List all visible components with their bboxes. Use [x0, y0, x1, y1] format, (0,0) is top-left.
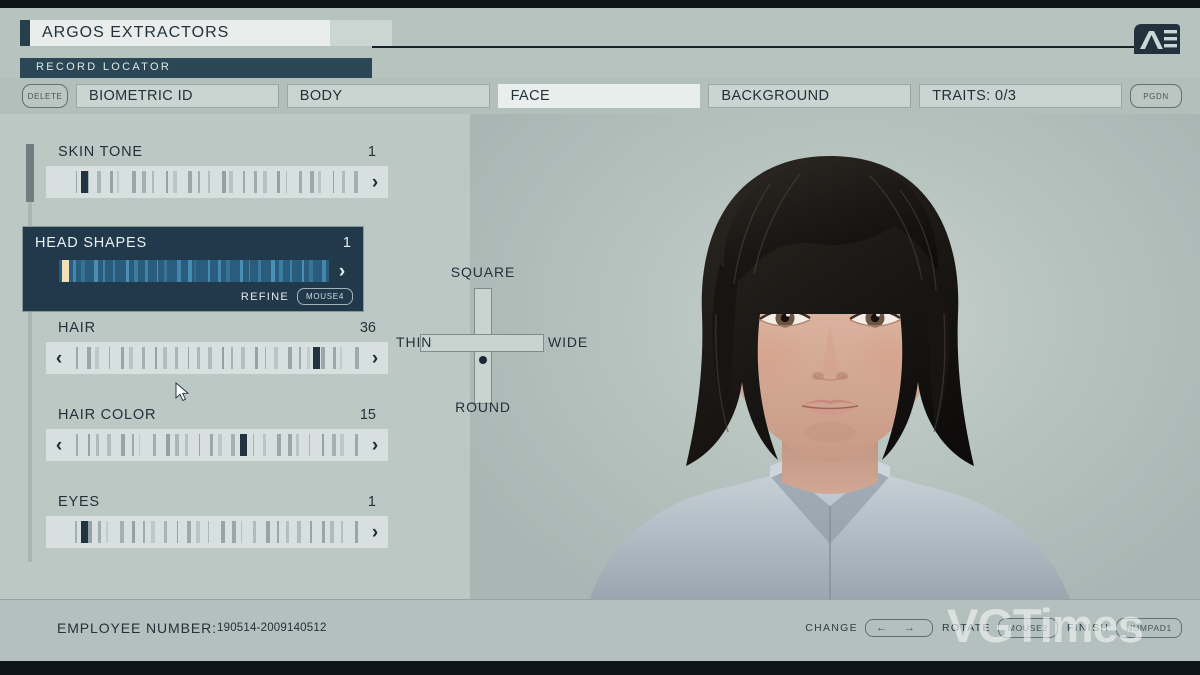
tab-bar: DELETE BIOMETRIC ID BODY FACE BACKGROUND… — [0, 78, 1200, 114]
slider-label: HAIR — [58, 320, 96, 336]
slider-label: EYES — [58, 494, 100, 510]
mouse2-key-hint[interactable]: MOUSE2 — [997, 618, 1058, 638]
slider-next-arrow[interactable]: › — [329, 262, 355, 281]
hint-label: FINISH — [1066, 622, 1110, 634]
slider-track[interactable]: ‹ › — [46, 342, 388, 374]
sidebar-scrollbar-track[interactable] — [28, 144, 32, 562]
slider-prev-arrow[interactable]: ‹ — [46, 349, 72, 368]
hint-label: CHANGE — [805, 622, 858, 634]
subtitle-bar: RECORD LOCATOR — [20, 58, 372, 78]
title-fill-secondary — [330, 20, 392, 46]
slider-next-arrow[interactable]: › — [362, 523, 388, 542]
subtitle-label: RECORD LOCATOR — [36, 61, 172, 73]
crosshair-label-bottom: ROUND — [455, 399, 511, 415]
hint-change[interactable]: CHANGE ← → — [805, 619, 933, 637]
letterbox-bottom — [0, 661, 1200, 675]
crosshair-label-top: SQUARE — [450, 264, 516, 280]
control-hints: CHANGE ← → ROTATE MOUSE2 FINISH NUMPAD1 — [805, 618, 1182, 638]
crosshair-marker-dot[interactable] — [479, 356, 487, 364]
slider-ticks — [59, 260, 329, 282]
slider-value: 15 — [359, 407, 376, 423]
slider-track[interactable]: › — [46, 166, 388, 198]
slider-value: 36 — [359, 320, 376, 336]
delete-key-hint[interactable]: DELETE — [22, 84, 68, 108]
title-marker — [20, 20, 30, 46]
slider-ticks — [72, 521, 362, 543]
tab-list: DELETE BIOMETRIC ID BODY FACE BACKGROUND… — [22, 84, 1182, 108]
hint-rotate[interactable]: ROTATE MOUSE2 — [942, 618, 1058, 638]
slider-ticks — [72, 347, 362, 369]
face-options-sidebar: SKIN TONE 1 › HEAD SHAPES 1 › REFINE MOU… — [22, 140, 402, 580]
crosshair-label-right: WIDE — [548, 334, 589, 350]
sidebar-scrollbar-thumb[interactable] — [26, 144, 34, 202]
footer-bar: EMPLOYEE NUMBER: 190514-2009140512 CHANG… — [0, 599, 1200, 661]
slider-label: SKIN TONE — [58, 144, 143, 160]
employee-number-value: 190514-2009140512 — [217, 622, 327, 634]
slider-next-arrow[interactable]: › — [362, 436, 388, 455]
slider-head-shapes[interactable]: HEAD SHAPES 1 › REFINE MOUSE4 — [22, 226, 364, 312]
letterbox-top — [0, 0, 1200, 8]
slider-next-arrow[interactable]: › — [362, 173, 388, 192]
finish-key-hint[interactable]: NUMPAD1 — [1116, 618, 1182, 638]
slider-value: 1 — [342, 235, 351, 251]
app-header: ARGOS EXTRACTORS RECORD LOCATOR — [0, 8, 1200, 78]
refine-label: REFINE — [240, 290, 289, 303]
slider-value: 1 — [367, 494, 376, 510]
refine-key-hint[interactable]: MOUSE4 — [297, 288, 353, 305]
pgdn-key-hint[interactable]: PGDN — [1129, 84, 1182, 108]
main-content: SKIN TONE 1 › HEAD SHAPES 1 › REFINE MOU… — [0, 114, 1200, 599]
argos-ae-monogram-icon — [1130, 22, 1182, 56]
slider-track[interactable]: ‹ › — [46, 429, 388, 461]
slider-prev-arrow[interactable]: ‹ — [46, 436, 72, 455]
employee-number-label: EMPLOYEE NUMBER: — [57, 620, 217, 636]
tab-biometric-id[interactable]: BIOMETRIC ID — [76, 84, 279, 108]
slider-track[interactable]: › — [46, 516, 388, 548]
slider-value: 1 — [367, 144, 376, 160]
arrow-keys-icon[interactable]: ← → — [864, 619, 933, 637]
slider-label: HAIR COLOR — [58, 407, 157, 423]
slider-ticks — [72, 171, 362, 193]
refine-row[interactable]: REFINE MOUSE4 — [241, 288, 353, 305]
hint-finish[interactable]: FINISH NUMPAD1 — [1067, 618, 1182, 638]
slider-next-arrow[interactable]: › — [362, 349, 388, 368]
tab-face[interactable]: FACE — [497, 84, 701, 108]
slider-track[interactable]: › — [33, 257, 355, 285]
slider-label: HEAD SHAPES — [35, 235, 147, 251]
slider-ticks — [72, 434, 362, 456]
crosshair-label-left: THIN — [396, 334, 433, 350]
title-row: ARGOS EXTRACTORS — [20, 20, 1180, 46]
header-divider — [372, 46, 1142, 48]
page-title: ARGOS EXTRACTORS — [42, 24, 230, 41]
tab-body[interactable]: BODY — [286, 84, 490, 108]
tab-background[interactable]: BACKGROUND — [708, 84, 912, 108]
tab-traits[interactable]: TRAITS: 0/3 — [919, 84, 1122, 108]
hint-label: ROTATE — [942, 622, 991, 634]
crosshair-center — [476, 336, 491, 351]
head-shape-crosshair[interactable]: SQUARE ROUND THIN WIDE — [396, 264, 589, 424]
